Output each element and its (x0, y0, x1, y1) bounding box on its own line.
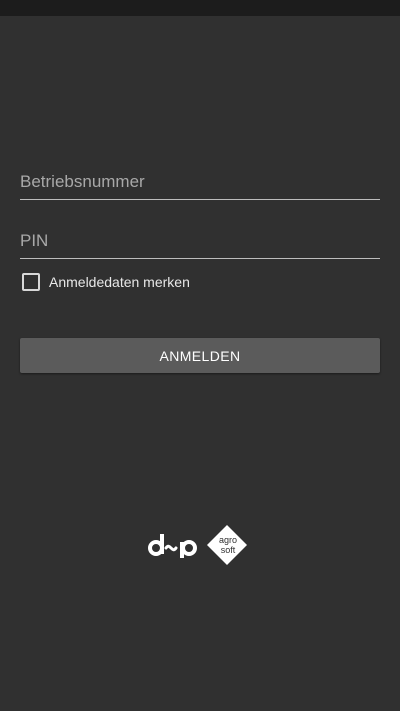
pin-input[interactable] (20, 228, 380, 254)
company-number-input[interactable] (20, 169, 380, 195)
status-bar-clipped-text (120, 0, 180, 2)
login-screen: Anmeldedaten merken ANMELDEN d-p agro so… (0, 0, 400, 711)
dp-logo: d-p (148, 534, 197, 558)
agrosoft-logo: agro soft (207, 525, 247, 565)
remember-checkbox[interactable] (22, 273, 40, 291)
login-button[interactable]: ANMELDEN (20, 338, 380, 373)
agrosoft-logo-bottom-text: soft (221, 545, 236, 555)
pin-field (20, 225, 380, 259)
status-bar (0, 0, 400, 16)
company-number-field (20, 166, 380, 200)
remember-credentials-row[interactable]: Anmeldedaten merken (22, 272, 190, 292)
agrosoft-logo-top-text: agro (219, 535, 237, 545)
remember-label: Anmeldedaten merken (49, 274, 190, 290)
branding-logos: d-p agro soft (148, 524, 252, 568)
